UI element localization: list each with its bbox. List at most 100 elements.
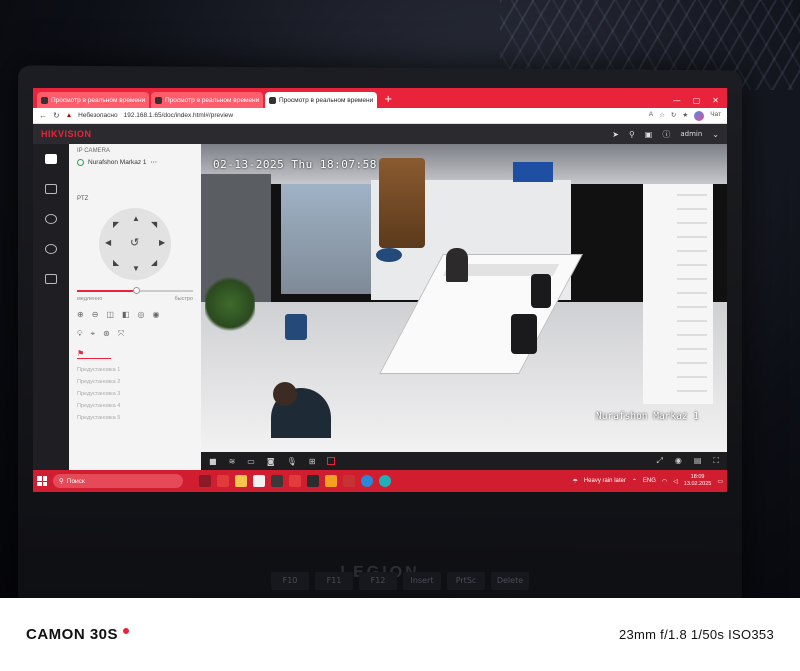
live-view-icon[interactable] — [45, 154, 57, 164]
ptz-lock-icon[interactable]: ⤢ — [656, 456, 662, 466]
tab-close-icon[interactable]: ✕ — [376, 96, 377, 104]
ptz-right-icon[interactable]: ▶ — [159, 238, 165, 247]
ptz-auto-icon[interactable]: ↺ — [130, 236, 139, 249]
close-window-icon[interactable]: ✕ — [712, 96, 719, 105]
word-icon[interactable] — [289, 475, 301, 487]
ptz-left-icon[interactable]: ◀ — [105, 238, 111, 247]
digital-zoom-icon[interactable]: ⊞ — [309, 457, 316, 466]
read-aloud-icon[interactable]: A — [649, 111, 653, 121]
slider-knob[interactable] — [132, 287, 140, 294]
camera-list-item[interactable]: Nurafshon Markaz 1 ⋯ — [77, 158, 193, 166]
windows-start-icon[interactable] — [37, 476, 47, 486]
audio-icon[interactable]: 🎙︎ — [287, 457, 297, 466]
browser-icon[interactable] — [379, 475, 391, 487]
app-icon[interactable] — [271, 475, 283, 487]
focus-far-icon[interactable]: ◧ — [122, 310, 130, 319]
app-icon[interactable] — [325, 475, 337, 487]
favorites-icon[interactable]: ★ — [682, 111, 688, 121]
volume-tray-icon[interactable]: ◁ — [673, 478, 678, 485]
lens-init-icon[interactable]: ⊛ — [103, 329, 110, 339]
keyboard-key: F11 — [315, 572, 353, 590]
chevron-down-icon[interactable]: ⌄ — [712, 130, 719, 139]
configuration-icon[interactable] — [45, 244, 57, 254]
keyboard-key: Delete — [491, 572, 529, 590]
file-explorer-icon[interactable] — [235, 475, 247, 487]
ptz-up-icon[interactable]: ▲ — [132, 214, 140, 223]
chevron-up-icon[interactable]: ⌃ — [632, 478, 637, 485]
iris-open-icon[interactable]: ◎ — [138, 310, 145, 319]
taskbar-search[interactable]: ⚲ Поиск — [53, 474, 183, 488]
capture-icon[interactable]: ◙ — [267, 457, 275, 466]
language-indicator[interactable]: ENG — [643, 478, 656, 484]
ptz-up-left-icon[interactable]: ◤ — [113, 220, 119, 229]
taskbar-clock[interactable]: 18:09 13.02.2025 — [684, 474, 712, 488]
ptz-down-right-icon[interactable]: ◢ — [151, 258, 157, 267]
speed-min-label: медленно — [77, 296, 103, 302]
focus-near-icon[interactable]: ◫ — [106, 310, 114, 319]
preset-item[interactable]: Предустановка 2 — [77, 379, 193, 385]
search-icon[interactable]: ⚲ — [629, 130, 635, 139]
ptz-speed-slider[interactable] — [77, 287, 193, 294]
favorite-icon[interactable]: ☆ — [659, 111, 665, 121]
zoom-out-icon[interactable]: ⊖ — [92, 310, 99, 319]
back-icon[interactable]: ← — [39, 111, 47, 120]
preset-item[interactable]: Предустановка 5 — [77, 415, 193, 421]
live-video[interactable]: 02-13-2025 Thu 18:07:58 Nurafshon Markaz… — [201, 144, 727, 470]
app-icon[interactable] — [343, 475, 355, 487]
wifi-icon[interactable]: ◠ — [662, 478, 667, 485]
app-icon[interactable] — [307, 475, 319, 487]
weather-text[interactable]: Heavy rain later — [584, 478, 626, 484]
app-icon[interactable] — [253, 475, 265, 487]
ptz-up-right-icon[interactable]: ◥ — [151, 220, 157, 229]
browser-tab[interactable]: Просмотр в реальном времени ✕ — [151, 92, 263, 108]
profile-avatar[interactable] — [694, 110, 705, 121]
preset-item[interactable]: Предустановка 3 — [77, 391, 193, 397]
image-settings-icon[interactable]: ◉ — [675, 456, 682, 466]
tab-close-icon[interactable]: ✕ — [148, 96, 149, 104]
send-icon[interactable]: ➤ — [612, 130, 619, 139]
browser-tab[interactable]: Просмотр в реальном времени ✕ — [37, 92, 149, 108]
fullscreen-icon[interactable]: ⛶ — [713, 456, 719, 466]
display-icon[interactable]: ▣ — [645, 130, 653, 139]
new-tab-button[interactable]: + — [379, 92, 397, 108]
playback-icon[interactable] — [45, 184, 57, 194]
url-field[interactable]: 192.168.1.65/doc/index.html#/preview — [124, 112, 643, 119]
feed-rack-shelves — [677, 194, 707, 394]
task-view-icon[interactable] — [199, 475, 211, 487]
stream-icon[interactable]: ≋ — [229, 457, 236, 466]
record-icon[interactable] — [327, 457, 336, 465]
refresh-icon[interactable]: ↻ — [53, 111, 60, 120]
weather-icon[interactable]: ☂ — [572, 478, 577, 485]
notifications-icon[interactable]: ▭ — [717, 478, 723, 485]
feed-chair — [531, 274, 551, 308]
edge-icon[interactable] — [361, 475, 373, 487]
app-icon[interactable] — [217, 475, 229, 487]
picture-icon[interactable] — [45, 274, 57, 284]
ptz-direction-pad[interactable]: ▲ ▼ ◀ ▶ ◤ ◥ ◣ ◢ ↺ — [99, 208, 171, 280]
volume-icon[interactable]: ▤ — [694, 456, 702, 466]
wiper-icon[interactable]: ⌖ — [91, 329, 96, 339]
minimize-icon[interactable]: — — [673, 96, 681, 105]
iris-close-icon[interactable]: ◉ — [153, 310, 160, 319]
security-warning[interactable]: Небезопасно — [78, 112, 117, 119]
window-ratio-icon[interactable]: ▭ — [247, 457, 255, 466]
preset-item[interactable]: Предустановка 4 — [77, 403, 193, 409]
ptz-down-left-icon[interactable]: ◣ — [113, 258, 119, 267]
tab-close-icon[interactable]: ✕ — [262, 96, 263, 104]
camera-options-icon[interactable]: ⋯ — [151, 158, 158, 166]
smart-search-icon[interactable] — [45, 214, 57, 224]
info-icon[interactable]: ⓘ — [662, 129, 670, 140]
ptz-down-icon[interactable]: ▼ — [132, 264, 140, 273]
stop-icon[interactable]: ■ — [209, 457, 217, 466]
manual-tracking-icon[interactable]: ⤧ — [118, 329, 124, 339]
presets-tab-icon[interactable]: ⚑ — [77, 349, 111, 359]
zoom-in-icon[interactable]: ⊕ — [77, 310, 84, 319]
user-menu[interactable]: admin — [680, 130, 702, 138]
preset-item[interactable]: Предустановка 1 — [77, 367, 193, 373]
refresh-page-icon[interactable]: ↻ — [671, 111, 676, 121]
copilot-label[interactable]: Чат — [710, 111, 721, 121]
hikvision-header: HIKVISION ➤ ⚲ ▣ ⓘ admin ⌄ — [33, 124, 727, 144]
light-icon[interactable]: 💡︎ — [77, 329, 83, 339]
browser-tab-active[interactable]: Просмотр в реальном времени ✕ — [265, 92, 377, 108]
maximize-icon[interactable]: ▢ — [693, 96, 701, 105]
